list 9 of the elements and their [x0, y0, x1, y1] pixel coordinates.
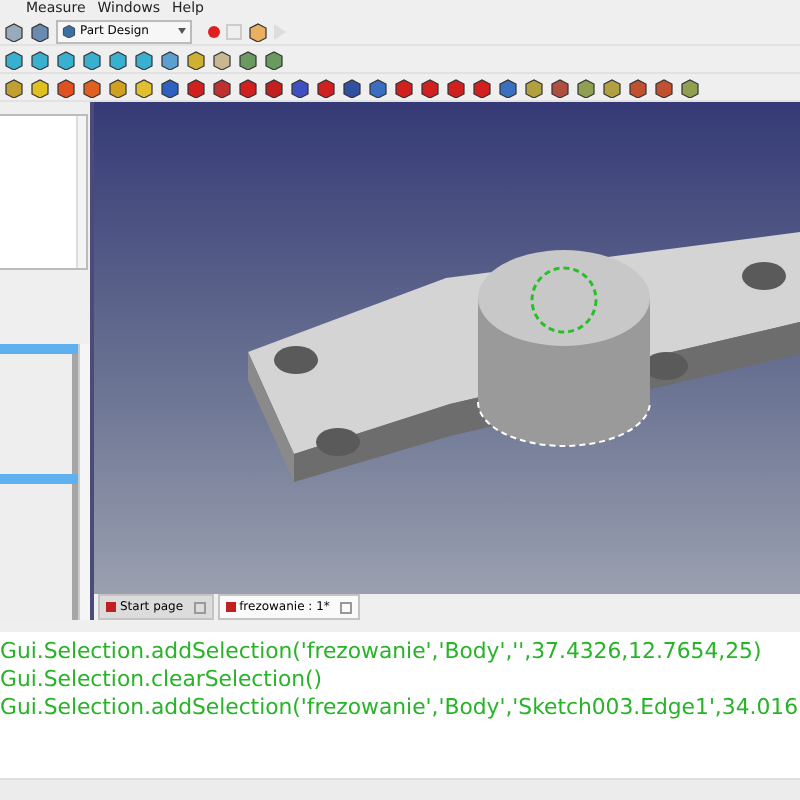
console-line: Gui.Selection.addSelection('frezowanie','Body','',37.4326,12.7654,25) [0, 638, 762, 666]
scrollbar[interactable] [76, 116, 86, 268]
scrollbar[interactable] [78, 344, 90, 620]
console-line: Gui.Selection.clearSelection() [0, 666, 323, 694]
document-icon [106, 602, 116, 612]
record-icon[interactable] [208, 25, 220, 37]
document-icon [225, 602, 236, 612]
console-line: Gui.Selection.addSelection('frezowanie','Body','Sketch003.Edge1',34.016 [0, 694, 799, 722]
caret-icon [178, 28, 186, 34]
